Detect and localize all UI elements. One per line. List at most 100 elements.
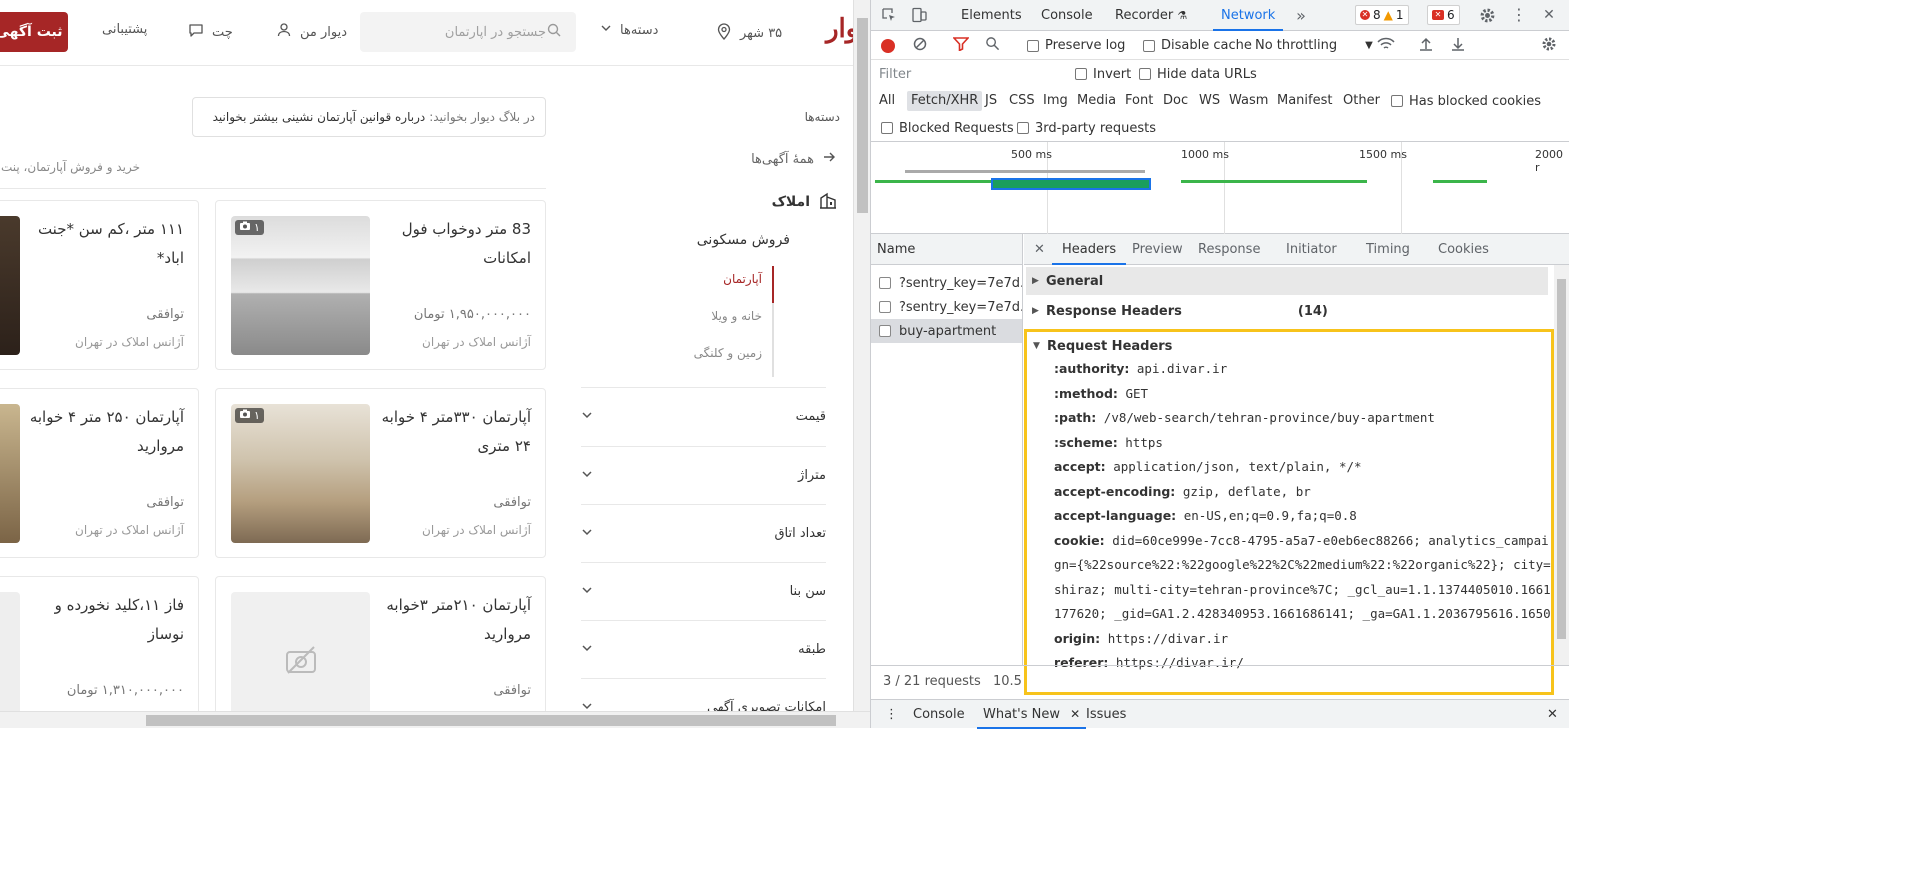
search-button[interactable] (985, 31, 1000, 60)
page-horizontal-scrollbar[interactable] (0, 711, 870, 728)
type-filter-js[interactable]: JS (985, 91, 997, 111)
network-conditions-button[interactable] (1377, 31, 1395, 60)
listing-card[interactable]: ۱۱۱ متر ،کم سن *جنت اباد* توافقی آژانس ا… (0, 200, 199, 370)
filter-input[interactable] (875, 64, 1059, 84)
type-filter-wasm[interactable]: Wasm (1229, 91, 1268, 111)
divar-logo[interactable]: دیوار (826, 14, 853, 44)
type-filter-ws[interactable]: WS (1199, 91, 1220, 111)
close-detail-icon[interactable]: ✕ (1034, 234, 1045, 265)
breadcrumb[interactable]: خرید و فروش آپارتمان، پنت (0, 160, 140, 174)
type-filter-doc[interactable]: Doc (1163, 91, 1188, 111)
blog-notice[interactable]: در بلاگ دیوار بخوانید: درباره قوانین آپا… (192, 97, 546, 137)
general-section-toggle[interactable]: ▶ General (1026, 267, 1548, 295)
filter-area[interactable]: متراژ (581, 446, 826, 504)
clear-button[interactable] (913, 31, 927, 60)
scrollbar-thumb[interactable] (1557, 279, 1566, 639)
request-headers-toggle[interactable]: ▼ Request Headers (1027, 332, 1549, 360)
listing-card[interactable]: ۱ آپارتمان ۳۳۰متر ۴ خوابه ۲۴ متری توافقی… (215, 388, 546, 558)
tab-recorder[interactable]: Recorder ⚗ (1115, 0, 1187, 31)
gear-icon[interactable] (1477, 5, 1497, 25)
type-filter-other[interactable]: Other (1343, 91, 1380, 111)
blocked-requests-checkbox[interactable]: Blocked Requests (881, 114, 1014, 142)
close-drawer-icon[interactable]: ✕ (1547, 700, 1558, 729)
my-divar-link[interactable]: دیوار من (276, 22, 347, 42)
third-party-checkbox[interactable]: 3rd-party requests (1017, 114, 1156, 142)
type-filter-fetch-xhr[interactable]: Fetch/XHR (907, 91, 983, 111)
listing-card[interactable]: ۱ 83 متر دوخواب فول امکانات ۱,۹۵۰,۰۰۰,۰۰… (215, 200, 546, 370)
preserve-log-checkbox[interactable]: Preserve log (1027, 31, 1125, 60)
more-tabs-icon[interactable]: » (1291, 5, 1311, 25)
listing-card[interactable]: آپارتمان ۲۵۰ متر ۴ خوابه مروارید توافقی … (0, 388, 199, 558)
has-blocked-cookies-checkbox[interactable]: Has blocked cookies (1391, 88, 1541, 114)
disable-cache-checkbox[interactable]: Disable cache (1143, 31, 1252, 60)
post-ad-button[interactable]: ثبت آگهی (0, 12, 68, 52)
tab-response[interactable]: Response (1198, 234, 1260, 265)
close-icon[interactable]: ✕ (1070, 707, 1080, 721)
type-filter-manifest[interactable]: Manifest (1277, 91, 1332, 111)
chat-link[interactable]: چت (188, 22, 233, 42)
scrollbar-thumb[interactable] (857, 18, 868, 213)
page-vertical-scrollbar[interactable] (853, 0, 870, 711)
sidebar-item-land[interactable]: زمین و کلنگی (654, 340, 772, 377)
filter-toggle-button[interactable] (952, 31, 970, 60)
tab-timing[interactable]: Timing (1366, 234, 1410, 265)
support-link[interactable]: پشتیبانی (102, 22, 147, 37)
filter-price[interactable]: قیمت (581, 387, 826, 445)
console-counts[interactable]: ✕ 8 ▲ 1 (1355, 5, 1409, 25)
network-overview-timeline[interactable]: 500 ms 1000 ms 1500 ms 2000 r (871, 142, 1569, 234)
filter-building-age[interactable]: سن بنا (581, 562, 826, 620)
throttling-select[interactable]: No throttling ▼ (1255, 31, 1373, 60)
tab-preview[interactable]: Preview (1132, 234, 1183, 265)
flask-icon: ⚗ (1177, 9, 1188, 22)
drawer-tab-console[interactable]: Console (913, 700, 965, 729)
search-box[interactable] (360, 12, 576, 52)
tab-headers[interactable]: Headers (1051, 234, 1127, 265)
detail-scrollbar[interactable] (1554, 265, 1569, 665)
city-selector[interactable]: ۳۵ شهر (716, 22, 782, 44)
tab-cookies[interactable]: Cookies (1438, 234, 1489, 265)
name-column-header[interactable]: Name (871, 234, 1022, 265)
issues-badge[interactable]: ✕ 6 (1427, 5, 1460, 25)
real-estate-category[interactable]: املاک (772, 190, 838, 214)
filter-rooms[interactable]: تعداد اتاق (581, 504, 826, 562)
record-button[interactable] (881, 31, 895, 60)
listing-card[interactable]: فاز ۱۱،کلید نخورده و نوساز ۱,۳۱۰,۰۰۰,۰۰۰… (0, 576, 199, 728)
close-icon[interactable]: ✕ (1539, 5, 1559, 25)
type-filter-font[interactable]: Font (1125, 91, 1153, 111)
drawer-tab-whats-new[interactable]: What's New ✕ (976, 700, 1087, 729)
export-har-button[interactable] (1451, 31, 1465, 60)
type-filter-all[interactable]: All (879, 91, 895, 111)
document-icon (879, 325, 891, 337)
tab-console[interactable]: Console (1041, 0, 1093, 31)
type-filter-img[interactable]: Img (1043, 91, 1068, 111)
categories-dropdown[interactable]: دسته‌ها (600, 22, 658, 38)
sidebar-item-apartment[interactable]: آپارتمان (654, 266, 774, 303)
request-row[interactable]: ?sentry_key=7e7d... (871, 271, 1022, 295)
blocked-requests-label: Blocked Requests (899, 120, 1014, 136)
scrollbar-thumb[interactable] (146, 715, 836, 726)
tab-elements[interactable]: Elements (961, 0, 1022, 31)
hide-data-urls-checkbox[interactable]: Hide data URLs (1139, 60, 1257, 88)
filter-floor[interactable]: طبقه (581, 620, 826, 678)
request-row[interactable]: ?sentry_key=7e7d... (871, 295, 1022, 319)
type-filter-css[interactable]: CSS (1009, 91, 1035, 111)
type-filter-media[interactable]: Media (1077, 91, 1116, 111)
invert-checkbox[interactable]: Invert (1075, 60, 1131, 88)
inspect-element-icon[interactable] (879, 5, 899, 25)
residential-sale-link[interactable]: فروش مسکونی (697, 232, 790, 248)
device-toolbar-icon[interactable] (909, 5, 929, 25)
search-input[interactable] (376, 24, 546, 40)
kebab-menu-icon[interactable]: ⋮ (1509, 5, 1529, 25)
tab-network[interactable]: Network (1212, 0, 1284, 31)
sidebar-item-house-villa[interactable]: خانه و ویلا (654, 303, 772, 340)
request-row-selected[interactable]: buy-apartment (871, 319, 1022, 343)
drawer-tab-issues[interactable]: Issues (1086, 700, 1126, 729)
listing-card[interactable]: آپارتمان ۲۱۰متر ۳خوابه مروارید توافقی (215, 576, 546, 728)
network-settings-button[interactable] (1541, 31, 1557, 60)
import-har-button[interactable] (1419, 31, 1433, 60)
all-ads-link[interactable]: همهٔ آگهی‌ها (751, 150, 836, 168)
tab-initiator[interactable]: Initiator (1286, 234, 1337, 265)
response-headers-toggle[interactable]: ▶ Response Headers (14) (1026, 297, 1548, 325)
drawer-menu-icon[interactable]: ⋮ (885, 700, 898, 729)
header-value: https://divar.ir (1107, 630, 1229, 646)
